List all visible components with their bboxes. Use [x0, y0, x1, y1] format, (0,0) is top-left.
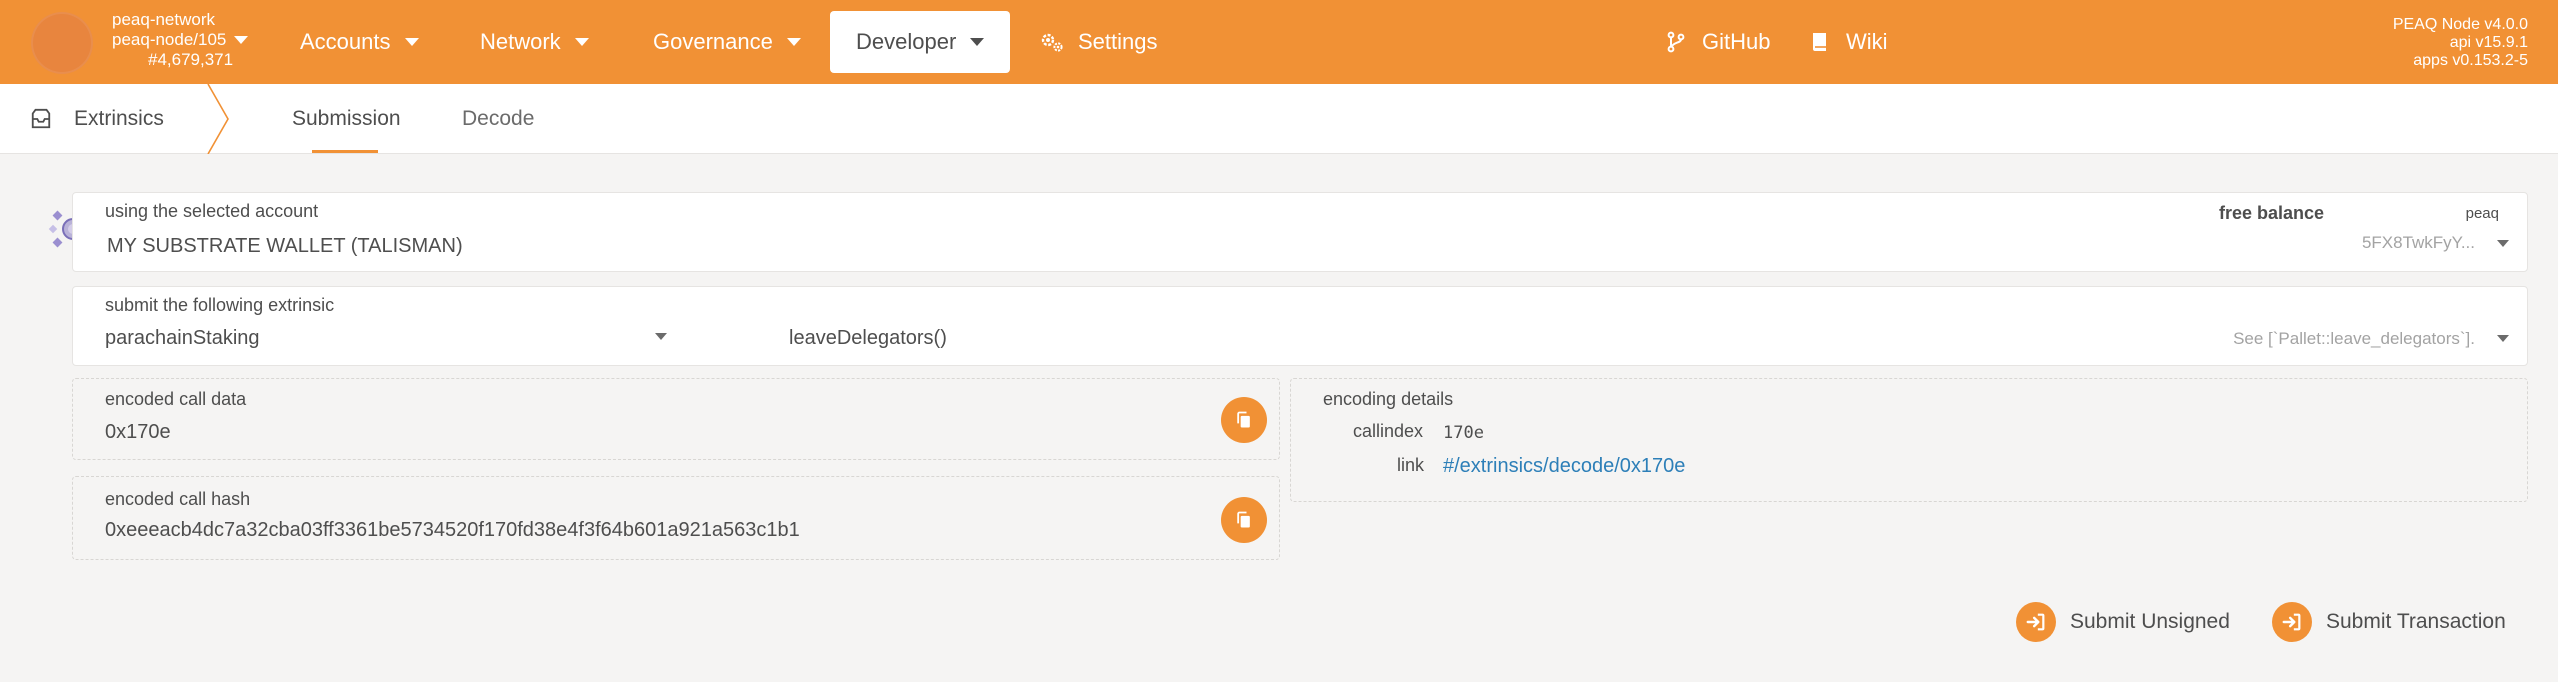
account-label: using the selected account	[105, 201, 319, 221]
nav-governance-label: Governance	[653, 29, 773, 54]
github-link[interactable]: GitHub	[1664, 11, 1770, 73]
wiki-label: Wiki	[1846, 29, 1888, 54]
api-version: api v15.9.1	[2449, 34, 2528, 51]
nav-settings[interactable]: Settings	[1040, 11, 1158, 73]
nav-network-label: Network	[480, 29, 561, 54]
sign-in-icon	[2016, 602, 2056, 642]
top-navigation-bar: peaq-network peaq-node/105 #4,679,371 Ac…	[0, 0, 2558, 84]
nav-accounts-label: Accounts	[300, 29, 391, 54]
copy-call-data-button[interactable]	[1221, 397, 1267, 443]
chevron-down-icon[interactable]	[2497, 240, 2509, 247]
method-dropdown[interactable]: leaveDelegators() See [`Pallet::leave_de…	[713, 317, 2527, 365]
chevron-down-icon	[2497, 335, 2509, 342]
submit-transaction-label: Submit Transaction	[2326, 610, 2506, 633]
tab-decode[interactable]: Decode	[462, 84, 534, 154]
tab-submission-label: Submission	[292, 107, 401, 130]
submit-transaction-button[interactable]: Submit Transaction	[2272, 600, 2506, 644]
tab-root-label: Extrinsics	[74, 107, 164, 130]
extrinsic-label: submit the following extrinsic	[105, 295, 335, 315]
node-name: peaq-node/105	[112, 30, 227, 49]
chevron-down-icon	[404, 38, 419, 46]
encoded-call-hash-label: encoded call hash	[105, 489, 251, 509]
chevron-down-icon	[655, 333, 667, 340]
nav-governance[interactable]: Governance	[653, 11, 801, 73]
tab-bar: Extrinsics Submission Decode	[0, 84, 2558, 154]
nav-network[interactable]: Network	[480, 11, 589, 73]
nav-settings-label: Settings	[1078, 29, 1158, 54]
chevron-down-icon	[574, 38, 589, 46]
sign-in-icon	[2272, 602, 2312, 642]
nav-developer-label: Developer	[856, 29, 957, 54]
submit-unsigned-button[interactable]: Submit Unsigned	[2016, 600, 2230, 644]
node-version: PEAQ Node v4.0.0	[2392, 16, 2528, 33]
pallet-dropdown[interactable]: parachainStaking	[73, 317, 683, 365]
method-doc: See [`Pallet::leave_delegators`].	[2233, 329, 2475, 348]
nav-accounts[interactable]: Accounts	[300, 11, 419, 73]
extrinsic-selector: submit the following extrinsic parachain…	[72, 286, 2528, 366]
method-value: leaveDelegators()	[789, 327, 947, 349]
book-icon	[1813, 33, 1826, 51]
submit-unsigned-label: Submit Unsigned	[2070, 610, 2230, 633]
breadcrumb-separator	[207, 84, 229, 154]
copy-icon	[1237, 511, 1250, 528]
copy-icon	[1237, 411, 1250, 428]
github-label: GitHub	[1702, 29, 1771, 54]
inbox-icon	[31, 108, 51, 129]
version-info: PEAQ Node v4.0.0 api v15.9.1 apps v0.153…	[2393, 16, 2528, 70]
tab-submission[interactable]: Submission	[292, 84, 401, 154]
code-branch-icon	[1667, 31, 1685, 53]
decode-link[interactable]: #/extrinsics/decode/0x170e	[1443, 455, 1685, 478]
callindex-label: callindex	[1353, 421, 1424, 441]
encoding-details-box: encoding details callindex 170e link #/e…	[1290, 378, 2528, 502]
encoded-call-data-label: encoded call data	[105, 389, 247, 409]
account-selector[interactable]: using the selected account MY SUBSTRATE …	[72, 192, 2528, 272]
chevron-down-icon	[786, 38, 801, 46]
chevron-down-icon	[970, 38, 985, 46]
tab-decode-label: Decode	[462, 107, 535, 130]
callindex-value: 170e	[1443, 423, 1484, 443]
chain-name: peaq-network	[112, 10, 216, 29]
chevron-down-icon	[234, 36, 249, 44]
account-name: MY SUBSTRATE WALLET (TALISMAN)	[107, 235, 463, 257]
chain-selector[interactable]: peaq-network peaq-node/105 #4,679,371	[112, 10, 249, 70]
encoded-call-data-value: 0x170e	[105, 421, 171, 443]
chain-logo[interactable]	[31, 12, 93, 74]
balance-token: peaq	[2465, 205, 2499, 222]
account-address: 5FX8TwkFyY...	[2361, 233, 2475, 252]
wiki-link[interactable]: Wiki	[1808, 11, 1888, 73]
encoded-call-hash-box: encoded call hash 0xeeeacb4dc7a32cba03ff…	[72, 476, 1280, 560]
free-balance-label: free balance	[2219, 203, 2325, 223]
apps-version: apps v0.153.2-5	[2413, 52, 2528, 69]
encoded-call-data-box: encoded call data 0x170e	[72, 378, 1280, 460]
pallet-value: parachainStaking	[105, 327, 260, 349]
copy-call-hash-button[interactable]	[1221, 497, 1267, 543]
tab-root-extrinsics[interactable]: Extrinsics	[30, 84, 164, 154]
active-tab-indicator	[312, 150, 378, 153]
block-number: #4,679,371	[148, 50, 234, 69]
encoding-details-label: encoding details	[1323, 389, 1454, 409]
gears-icon	[1041, 33, 1063, 52]
encoded-call-hash-value: 0xeeeacb4dc7a32cba03ff3361be5734520f170f…	[105, 519, 800, 541]
nav-developer[interactable]: Developer	[830, 11, 1010, 73]
link-label: link	[1397, 455, 1425, 475]
